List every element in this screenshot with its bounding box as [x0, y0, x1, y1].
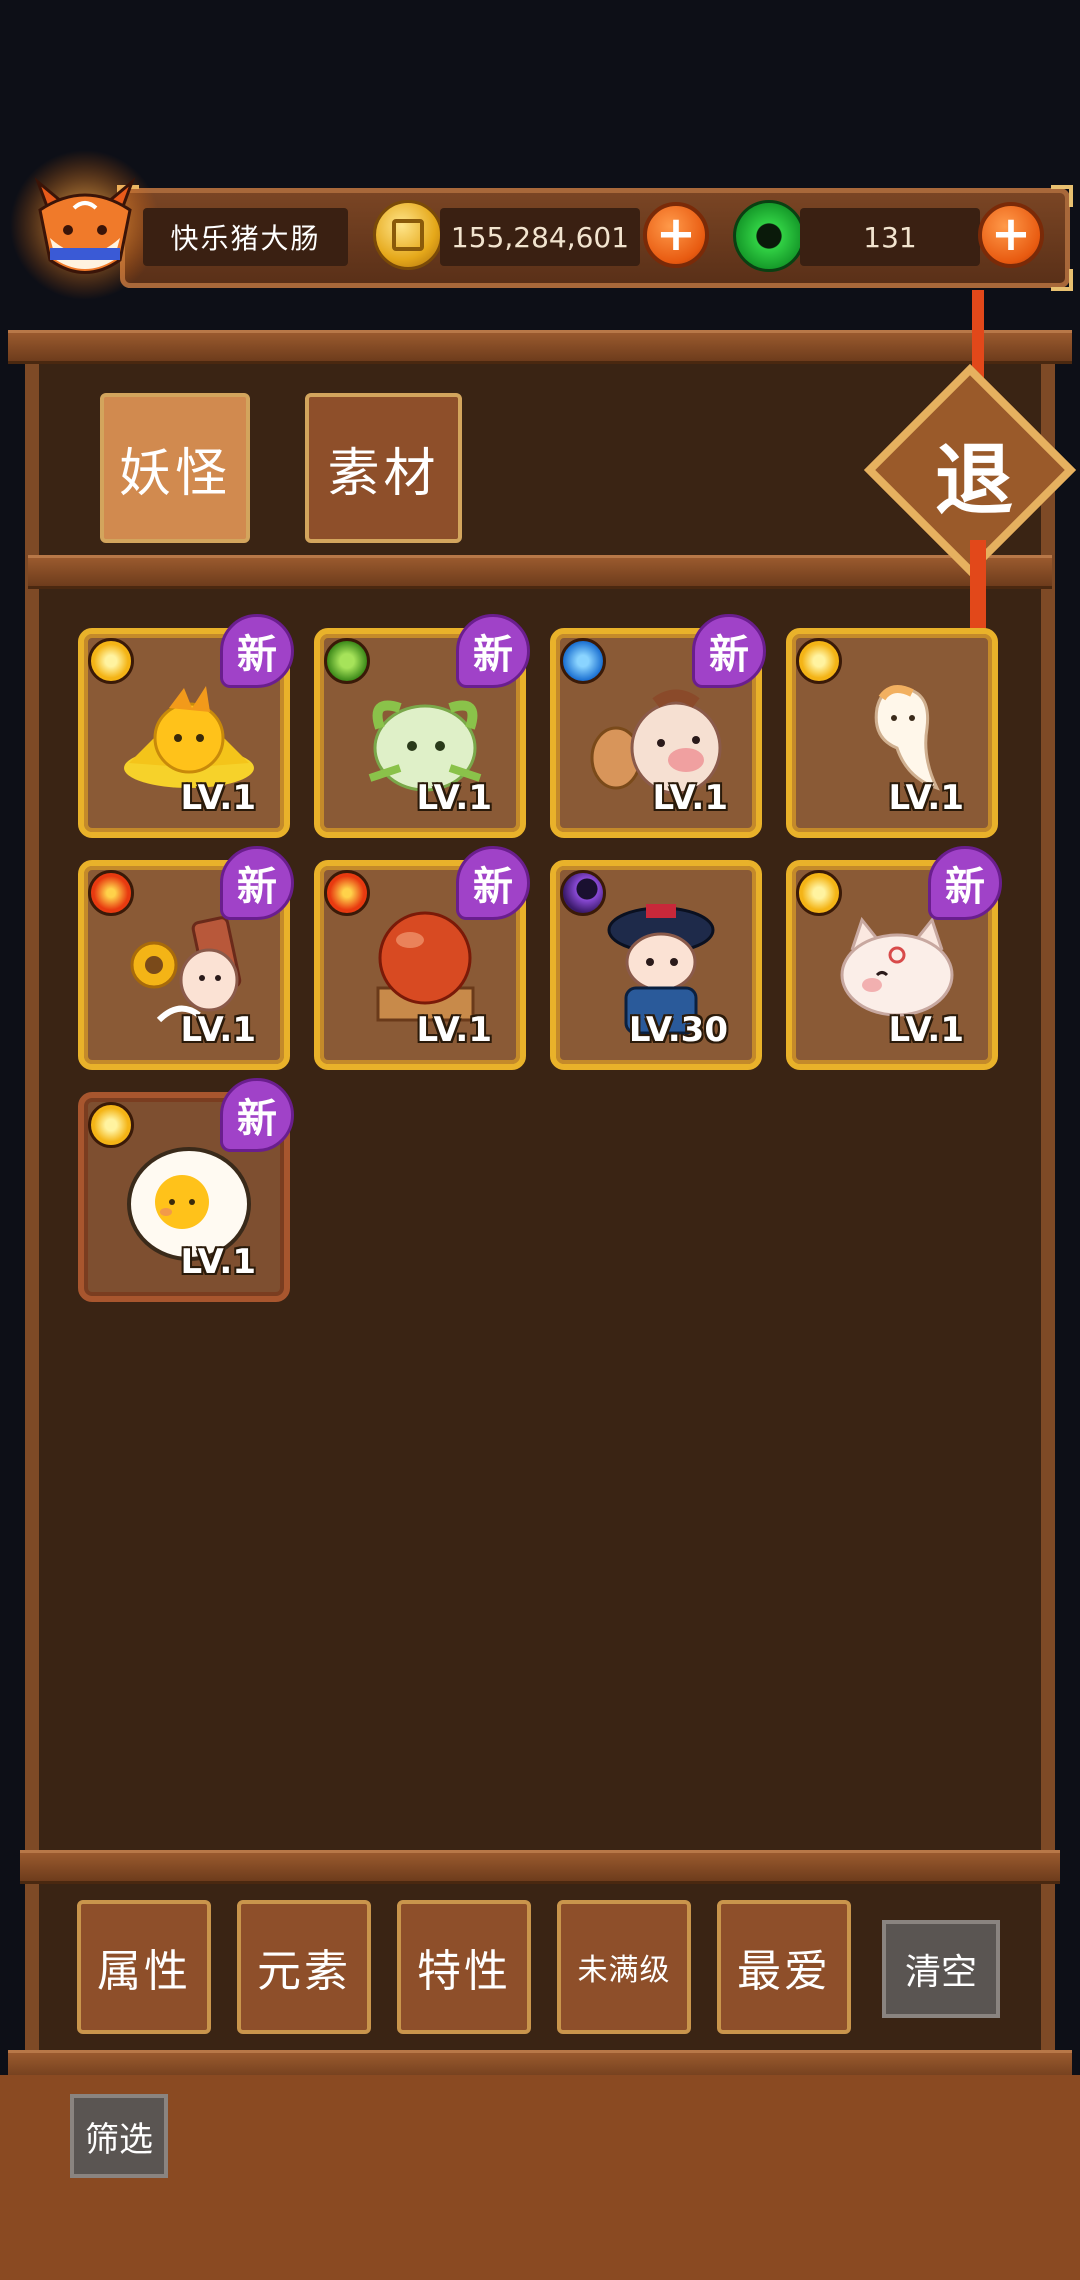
clear-filters-button[interactable]: 清空 — [882, 1920, 1000, 2018]
level-label: LV.1 — [180, 1242, 257, 1282]
add-coins-button[interactable]: + — [643, 202, 709, 268]
level-label: LV.1 — [416, 778, 493, 818]
tab-materials[interactable]: 素材 — [305, 393, 462, 543]
monster-card[interactable]: 新 LV.1 — [314, 846, 530, 1070]
filter-favorite-button[interactable]: 最爱 — [717, 1900, 851, 2034]
gold-coin-icon — [373, 200, 443, 270]
monster-card[interactable]: 新 LV.1 — [314, 614, 530, 838]
new-badge: 新 — [220, 846, 294, 920]
monster-card[interactable]: 新 LV.1 — [78, 1078, 294, 1302]
level-label: LV.1 — [652, 778, 729, 818]
new-badge: 新 — [456, 614, 530, 688]
jade-ring-icon — [733, 200, 805, 272]
bottom-beam — [20, 1850, 1060, 1884]
level-label: LV.1 — [888, 778, 965, 818]
level-label: LV.30 — [628, 1010, 728, 1050]
monster-card[interactable]: 新 LV.1 — [550, 614, 766, 838]
level-label: LV.1 — [180, 1010, 257, 1050]
tab-divider-beam — [28, 555, 1052, 589]
monster-card[interactable]: 新 LV.1 — [78, 846, 294, 1070]
fox-mask-avatar[interactable] — [10, 150, 160, 300]
exit-label: 退 — [934, 435, 1013, 526]
filter-trait-button[interactable]: 特性 — [397, 1900, 531, 2034]
jade-amount: 131 — [800, 208, 980, 266]
tab-monsters[interactable]: 妖怪 — [100, 393, 250, 543]
filter-element-button[interactable]: 元素 — [237, 1900, 371, 2034]
player-name: 快乐猪大肠 — [143, 208, 348, 266]
coin-amount: 155,284,601 — [440, 208, 640, 266]
new-badge: 新 — [220, 614, 294, 688]
new-badge: 新 — [692, 614, 766, 688]
exit-tassel — [970, 540, 986, 630]
level-label: LV.1 — [888, 1010, 965, 1050]
filter-not-max-level-button[interactable]: 未满级 — [557, 1900, 691, 2034]
level-label: LV.1 — [416, 1010, 493, 1050]
add-jade-button[interactable]: + — [978, 202, 1044, 268]
monster-card[interactable]: 新 LV.1 — [786, 846, 1002, 1070]
filter-toggle-button[interactable]: 筛选 — [70, 2094, 168, 2178]
filter-attribute-button[interactable]: 属性 — [77, 1900, 211, 2034]
top-beam — [8, 330, 1072, 364]
new-badge: 新 — [456, 846, 530, 920]
monster-card[interactable]: LV.30 — [550, 860, 762, 1070]
new-badge: 新 — [928, 846, 1002, 920]
level-label: LV.1 — [180, 778, 257, 818]
monster-card[interactable]: 新 LV.1 — [78, 614, 294, 838]
new-badge: 新 — [220, 1078, 294, 1152]
monster-card[interactable]: LV.1 — [786, 628, 998, 838]
